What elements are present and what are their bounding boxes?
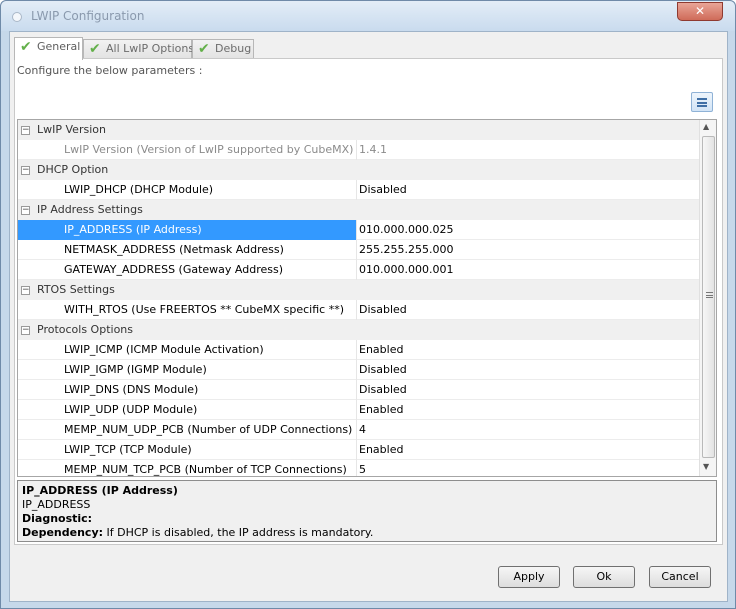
- scroll-thumb[interactable]: [702, 136, 715, 458]
- parameter-tree: ▲ ▼ − LwIP Version LwIP Version (Version o…: [17, 119, 717, 477]
- parameter-row[interactable]: GATEWAY_ADDRESS (Gateway Address) 010.000…: [18, 260, 699, 280]
- tab-label: General: [37, 40, 81, 53]
- parameter-row[interactable]: MEMP_NUM_UDP_PCB (Number of UDP Connecti…: [18, 420, 699, 440]
- description-panel: IP_ADDRESS (IP Address) IP_ADDRESS Diagn…: [17, 480, 717, 542]
- parameter-row[interactable]: LWIP_UDP (UDP Module) Enabled: [18, 400, 699, 420]
- parameter-name[interactable]: LWIP_TCP (TCP Module): [18, 440, 356, 460]
- cancel-button[interactable]: Cancel: [649, 566, 711, 588]
- collapse-icon[interactable]: −: [21, 286, 30, 295]
- tab-debug[interactable]: ✔ Debug: [192, 39, 254, 59]
- collapse-icon[interactable]: −: [21, 126, 30, 135]
- group-label: RTOS Settings: [37, 283, 115, 296]
- parameter-value[interactable]: Disabled: [356, 380, 699, 400]
- parameter-value[interactable]: 5: [356, 460, 699, 476]
- parameter-name[interactable]: LWIP_IGMP (IGMP Module): [18, 360, 356, 380]
- check-icon: ✔: [89, 41, 101, 57]
- parameter-name[interactable]: MEMP_NUM_TCP_PCB (Number of TCP Connecti…: [18, 460, 356, 476]
- parameter-value[interactable]: Disabled: [356, 300, 699, 320]
- group-label: DHCP Option: [37, 163, 109, 176]
- parameter-value[interactable]: 255.255.255.000: [356, 240, 699, 260]
- vertical-scrollbar[interactable]: ▲ ▼: [699, 120, 716, 476]
- tab-general[interactable]: ✔ General: [14, 37, 83, 60]
- scroll-up-icon[interactable]: ▲: [703, 122, 709, 131]
- diagnostic-label: Diagnostic:: [22, 512, 93, 525]
- parameter-row[interactable]: IP_ADDRESS (IP Address) 010.000.000.025: [18, 220, 699, 240]
- parameter-name[interactable]: MEMP_NUM_UDP_PCB (Number of UDP Connecti…: [18, 420, 356, 440]
- tab-label: All LwIP Options: [106, 42, 195, 55]
- parameter-value[interactable]: Enabled: [356, 400, 699, 420]
- parameter-name[interactable]: LWIP_ICMP (ICMP Module Activation): [18, 340, 356, 360]
- apply-button[interactable]: Apply: [498, 566, 560, 588]
- list-view-icon[interactable]: [691, 92, 713, 112]
- tab-all-lwip-options[interactable]: ✔ All LwIP Options: [83, 39, 195, 59]
- collapse-icon[interactable]: −: [21, 206, 30, 215]
- parameter-row[interactable]: LWIP_TCP (TCP Module) Enabled: [18, 440, 699, 460]
- ok-button[interactable]: Ok: [573, 566, 635, 588]
- title-bar[interactable]: LWIP Configuration ✕: [1, 1, 735, 31]
- group-label: LwIP Version: [37, 123, 106, 136]
- parameter-value[interactable]: Enabled: [356, 440, 699, 460]
- tree-group-row[interactable]: − RTOS Settings: [18, 280, 699, 300]
- parameter-name[interactable]: LWIP_DNS (DNS Module): [18, 380, 356, 400]
- group-label: Protocols Options: [37, 323, 133, 336]
- group-label: IP Address Settings: [37, 203, 143, 216]
- parameter-value[interactable]: Enabled: [356, 340, 699, 360]
- parameter-row[interactable]: MEMP_NUM_TCP_PCB (Number of TCP Connecti…: [18, 460, 699, 476]
- description-title: IP_ADDRESS (IP Address): [22, 484, 178, 497]
- collapse-icon[interactable]: −: [21, 326, 30, 335]
- parameter-row[interactable]: WITH_RTOS (Use FREERTOS ** CubeMX specif…: [18, 300, 699, 320]
- parameter-value: 1.4.1: [356, 140, 699, 160]
- parameter-value[interactable]: 010.000.000.025: [356, 220, 699, 240]
- parameter-value[interactable]: 010.000.000.001: [356, 260, 699, 280]
- parameter-name[interactable]: GATEWAY_ADDRESS (Gateway Address): [18, 260, 356, 280]
- parameter-name[interactable]: NETMASK_ADDRESS (Netmask Address): [18, 240, 356, 260]
- description-name: IP_ADDRESS: [22, 498, 91, 511]
- dependency-label: Dependency:: [22, 526, 104, 539]
- parameter-row[interactable]: NETMASK_ADDRESS (Netmask Address) 255.255…: [18, 240, 699, 260]
- parameter-row[interactable]: LWIP_ICMP (ICMP Module Activation) Enable…: [18, 340, 699, 360]
- parameter-row[interactable]: LWIP_IGMP (IGMP Module) Disabled: [18, 360, 699, 380]
- parameter-row[interactable]: LWIP_DNS (DNS Module) Disabled: [18, 380, 699, 400]
- parameter-name[interactable]: WITH_RTOS (Use FREERTOS ** CubeMX specif…: [18, 300, 356, 320]
- close-button[interactable]: ✕: [677, 2, 723, 21]
- dependency-text: If DHCP is disabled, the IP address is m…: [103, 526, 374, 539]
- lwip-configuration-dialog: LWIP Configuration ✕ ✔ General ✔ All LwI…: [0, 0, 736, 609]
- dependency-line: Dependency: If DHCP is disabled, the IP …: [22, 526, 712, 540]
- parameter-value[interactable]: Disabled: [356, 360, 699, 380]
- tab-label: Debug: [215, 42, 252, 55]
- parameter-name[interactable]: LWIP_UDP (UDP Module): [18, 400, 356, 420]
- instructions-label: Configure the below parameters :: [17, 64, 203, 77]
- window-title: LWIP Configuration: [31, 9, 145, 23]
- tree-group-row[interactable]: − Protocols Options: [18, 320, 699, 340]
- scroll-down-icon[interactable]: ▼: [703, 462, 709, 471]
- parameter-name[interactable]: IP_ADDRESS (IP Address): [18, 220, 356, 240]
- parameter-name[interactable]: LwIP Version (Version of LwIP supported …: [18, 140, 356, 160]
- parameter-row[interactable]: LwIP Version (Version of LwIP supported …: [18, 140, 699, 160]
- parameter-value[interactable]: Disabled: [356, 180, 699, 200]
- tree-group-row[interactable]: − IP Address Settings: [18, 200, 699, 220]
- parameter-name[interactable]: LWIP_DHCP (DHCP Module): [18, 180, 356, 200]
- check-icon: ✔: [198, 41, 210, 57]
- parameter-value[interactable]: 4: [356, 420, 699, 440]
- check-icon: ✔: [20, 39, 32, 55]
- parameter-row[interactable]: LWIP_DHCP (DHCP Module) Disabled: [18, 180, 699, 200]
- tab-page-general: Configure the below parameters : ▲ ▼ − Lw…: [14, 58, 723, 545]
- collapse-icon[interactable]: −: [21, 166, 30, 175]
- tree-group-row[interactable]: − DHCP Option: [18, 160, 699, 180]
- tree-group-row[interactable]: − LwIP Version: [18, 120, 699, 140]
- dialog-body: ✔ General ✔ All LwIP Options ✔ Debug Con…: [9, 31, 728, 602]
- app-icon: [12, 12, 22, 22]
